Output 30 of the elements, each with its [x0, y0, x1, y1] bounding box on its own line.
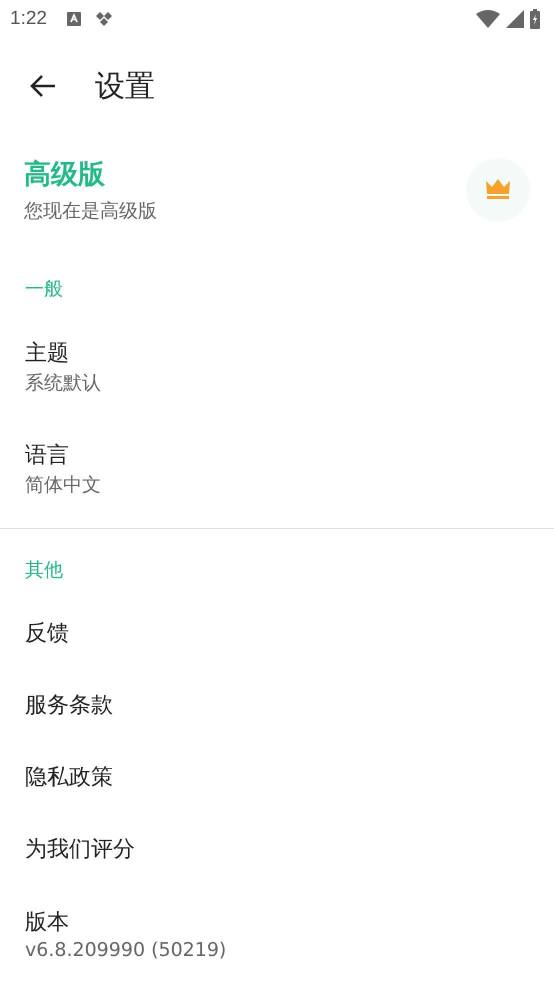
- item-title: 为我们评分: [25, 836, 136, 864]
- item-subtitle: 系统默认: [25, 371, 102, 396]
- settings-item[interactable]: 版本 v6.8.209990 (50219): [0, 885, 554, 983]
- section-header: 一般: [24, 277, 64, 302]
- premium-subtitle: 您现在是高级版: [24, 199, 157, 224]
- item-subtitle: v6.8.209990 (50219): [25, 939, 228, 961]
- settings-item[interactable]: 语言 简体中文: [0, 418, 554, 520]
- status-time: 1:22: [10, 8, 47, 30]
- item-title: 反馈: [25, 620, 70, 648]
- item-title: 语言: [25, 442, 70, 470]
- wifi-icon: [476, 10, 500, 28]
- premium-title: 高级版: [24, 158, 106, 192]
- back-arrow-icon[interactable]: [29, 74, 57, 98]
- page-title: 设置: [95, 68, 155, 106]
- item-title: 服务条款: [25, 692, 114, 720]
- settings-item[interactable]: 隐私政策: [0, 741, 554, 813]
- signal-icon: [506, 10, 524, 28]
- item-title: 隐私政策: [25, 764, 114, 792]
- battery-icon: [530, 9, 540, 29]
- settings-item[interactable]: 主题 系统默认: [0, 316, 554, 418]
- settings-item[interactable]: 服务条款: [0, 669, 554, 741]
- crown-icon: [466, 158, 530, 222]
- section-header: 其他: [24, 558, 64, 583]
- settings-item[interactable]: 反馈: [0, 597, 554, 669]
- settings-item[interactable]: 为我们评分: [0, 813, 554, 885]
- diamond-icon: [94, 12, 113, 26]
- item-title: 版本: [25, 909, 70, 937]
- item-subtitle: 简体中文: [25, 473, 102, 498]
- item-title: 主题: [25, 340, 70, 368]
- font-icon: [66, 12, 81, 26]
